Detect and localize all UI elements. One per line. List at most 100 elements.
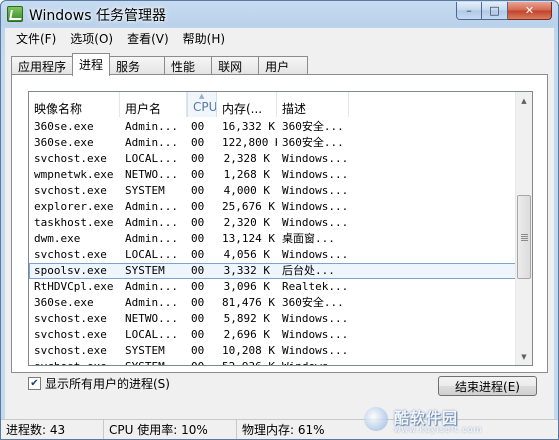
close-button[interactable]: ✕ <box>508 2 552 20</box>
process-cpu-cell: 00 <box>191 312 205 325</box>
process-description-cell: 360安全... <box>282 136 344 149</box>
watermark-logo-icon <box>364 407 388 431</box>
process-memory-cell: 1,268 K <box>223 168 270 181</box>
tab-networking[interactable]: 联网 <box>211 56 260 75</box>
process-row[interactable]: 360se.exe Admin... 00 16,332 K 360安全... <box>29 119 517 135</box>
process-name-cell: svchost.exe <box>34 152 107 165</box>
column-cpu-label: CPU <box>193 100 217 114</box>
process-description-cell: Windows... <box>282 216 349 229</box>
process-rows: 360se.exe Admin... 00 16,332 K 360安全... 360se… <box>29 119 517 365</box>
process-user-cell: SYSTEM <box>125 184 165 197</box>
tab-applications[interactable]: 应用程序 <box>11 56 74 75</box>
process-row[interactable]: spoolsv.exe SYSTEM 00 3,332 K 后台处... <box>29 263 517 279</box>
scroll-up-arrow-icon[interactable]: ▲ <box>516 92 532 109</box>
thumb-grip-line <box>521 240 528 241</box>
process-name-cell: svchost.exe <box>34 344 107 357</box>
process-row[interactable]: svchost.exe SYSTEM 00 4,000 K Windows... <box>29 183 517 199</box>
process-name-cell: spoolsv.exe <box>34 264 107 277</box>
caption-buttons: – □ ✕ <box>456 2 552 20</box>
process-row[interactable]: taskhost.exe Admin... 00 2,320 K Windows... <box>29 215 517 231</box>
process-list[interactable]: 映像名称 用户名 ▲ CPU 内存(... 描述 360se.exe Admin.… <box>28 91 533 366</box>
minimize-button[interactable]: – <box>456 2 482 20</box>
process-description-cell: 桌面窗... <box>282 232 335 245</box>
process-row[interactable]: wmpnetwk.exe NETWO... 00 1,268 K Windows... <box>29 167 517 183</box>
end-process-button[interactable]: 结束进程(E) <box>438 376 537 396</box>
process-user-cell: Admin... <box>125 232 178 245</box>
tab-services[interactable]: 服务 <box>109 56 166 75</box>
title-bar[interactable]: Windows 任务管理器 – □ ✕ <box>1 1 558 27</box>
process-user-cell: LOCAL... <box>125 152 178 165</box>
process-user-cell: SYSTEM <box>120 359 187 365</box>
maximize-button[interactable]: □ <box>482 2 508 20</box>
process-cpu-cell: 00 <box>191 280 205 293</box>
process-name-cell: svchost.exe <box>29 359 120 365</box>
process-description-cell: 后台处... <box>282 264 335 277</box>
menu-options[interactable]: 选项(O) <box>63 30 120 47</box>
process-user-cell: Admin... <box>125 280 178 293</box>
process-user-cell: LOCAL... <box>125 328 178 341</box>
process-list-header: 映像名称 用户名 ▲ CPU 内存(... 描述 <box>29 92 517 117</box>
process-name-cell: svchost.exe <box>34 248 107 261</box>
process-name-cell: wmpnetwk.exe <box>34 168 114 181</box>
column-user-name[interactable]: 用户名 <box>120 92 187 117</box>
show-all-users-option[interactable]: ✔ 显示所有用户的进程(S) <box>28 375 170 392</box>
process-row[interactable]: RtHDVCpl.exe Admin... 00 3,096 K Realtek... <box>29 279 517 295</box>
process-cpu-cell: 00 <box>191 136 205 149</box>
process-cpu-cell: 00 <box>191 344 205 357</box>
process-memory-cell: 10,208 K <box>222 344 275 357</box>
scroll-down-arrow-icon[interactable]: ▼ <box>516 348 532 365</box>
column-memory[interactable]: 内存(... <box>217 92 277 117</box>
menu-view[interactable]: 查看(V) <box>120 30 176 47</box>
process-row[interactable]: svchost.exe NETWO... 00 5,892 K Windows... <box>29 311 517 327</box>
task-manager-app-icon <box>7 6 23 22</box>
column-image-name[interactable]: 映像名称 <box>29 92 120 117</box>
process-user-cell: LOCAL... <box>125 248 178 261</box>
process-memory-cell: 4,000 K <box>223 184 270 197</box>
menu-file[interactable]: 文件(F) <box>9 30 63 47</box>
tab-strip: 应用程序 进程 服务 性能 联网 用户 <box>11 53 309 76</box>
process-row[interactable]: 360se.exe Admin... 00 122,800 K 360安全... <box>29 135 517 151</box>
tab-performance[interactable]: 性能 <box>164 56 213 75</box>
minimize-icon: – <box>466 4 472 17</box>
process-name-cell: dwm.exe <box>34 232 81 245</box>
process-user-cell: Admin... <box>125 136 178 149</box>
process-row[interactable]: svchost.exe LOCAL... 00 2,696 K Windows... <box>29 327 517 343</box>
process-memory-cell: 25,676 K <box>222 200 275 213</box>
process-row[interactable]: 360se.exe Admin... 00 81,476 K 360安全... <box>29 295 517 311</box>
process-row[interactable]: svchost.exeSYSTEM0052,936 KWindows... <box>29 359 517 365</box>
process-user-cell: SYSTEM <box>125 344 165 357</box>
process-cpu-cell: 00 <box>191 248 205 261</box>
column-cpu[interactable]: ▲ CPU <box>187 92 217 117</box>
process-row[interactable]: dwm.exe Admin... 00 13,124 K 桌面窗... <box>29 231 517 247</box>
process-name-cell: 360se.exe <box>34 120 94 133</box>
site-watermark: 酷软件园 www.kuyisoft.com <box>364 405 554 437</box>
thumb-grip-line <box>521 234 528 235</box>
show-all-users-checkbox[interactable]: ✔ <box>28 377 41 390</box>
vertical-scrollbar[interactable]: ▲ ▼ <box>515 92 532 365</box>
sort-ascending-icon: ▲ <box>199 92 205 100</box>
status-physical-memory: 物理内存: 61% <box>242 423 325 437</box>
task-manager-window: Windows 任务管理器 – □ ✕ 文件(F) 选项(O) 查看(V) 帮助… <box>0 0 559 440</box>
process-cpu-cell: 00 <box>191 152 205 165</box>
process-memory-cell: 4,056 K <box>223 248 270 261</box>
process-memory-cell: 2,320 K <box>223 216 270 229</box>
process-name-cell: RtHDVCpl.exe <box>34 280 114 293</box>
process-description-cell: Windows... <box>282 248 349 261</box>
process-description-cell: Windows... <box>282 344 349 357</box>
tab-users[interactable]: 用户 <box>258 56 309 75</box>
process-memory-cell: 52,936 K <box>217 359 277 365</box>
tab-processes[interactable]: 进程 <box>72 53 111 76</box>
scrollbar-thumb[interactable] <box>517 195 531 279</box>
process-description-cell: Windows... <box>282 152 349 165</box>
process-memory-cell: 3,332 K <box>223 264 270 277</box>
process-user-cell: NETWO... <box>125 168 178 181</box>
process-row[interactable]: explorer.exe Admin... 00 25,676 K Windows... <box>29 199 517 215</box>
thumb-grip-line <box>521 236 528 237</box>
process-row[interactable]: svchost.exe LOCAL... 00 2,328 K Windows... <box>29 151 517 167</box>
process-row[interactable]: svchost.exe LOCAL... 00 4,056 K Windows... <box>29 247 517 263</box>
process-row[interactable]: svchost.exe SYSTEM 00 10,208 K Windows... <box>29 343 517 359</box>
maximize-icon: □ <box>489 4 500 17</box>
column-description[interactable]: 描述 <box>277 92 349 117</box>
close-icon: ✕ <box>524 4 535 17</box>
menu-help[interactable]: 帮助(H) <box>176 30 232 47</box>
